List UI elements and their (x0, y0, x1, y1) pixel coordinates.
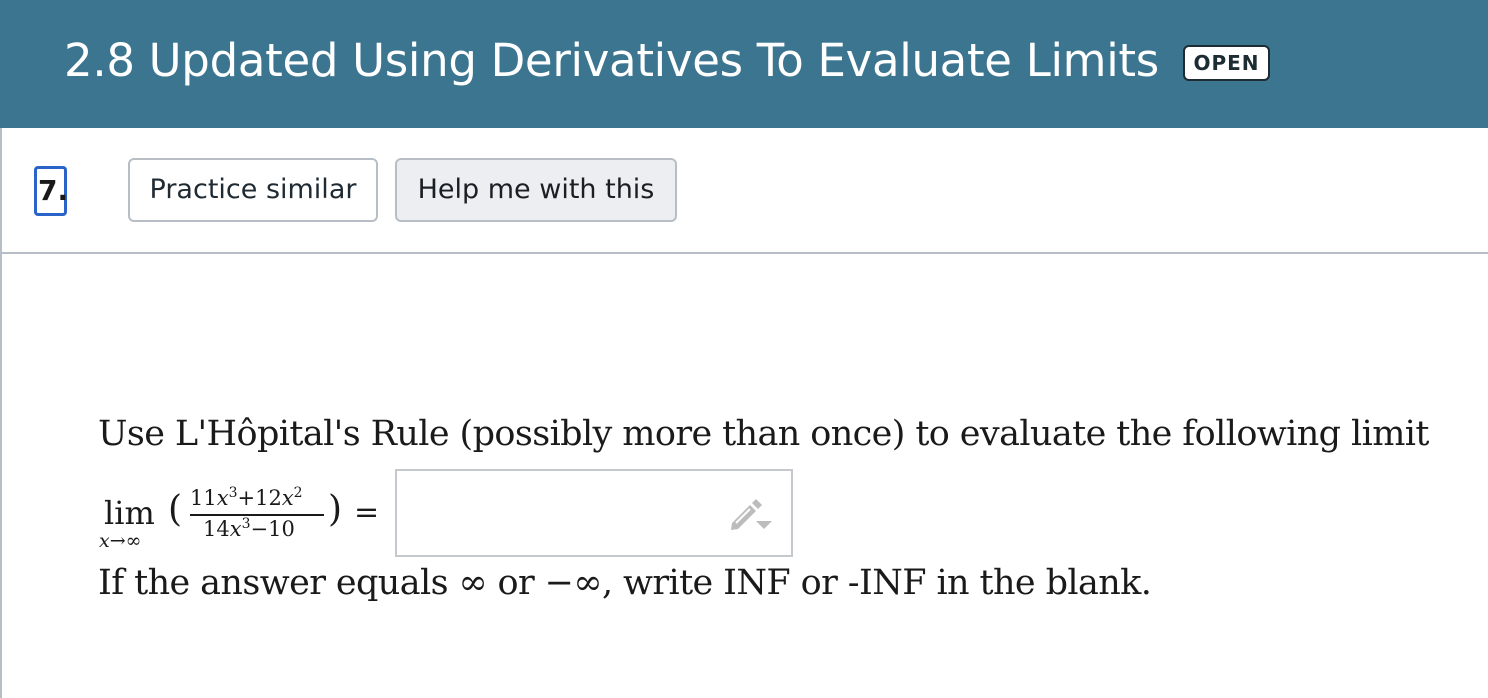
practice-similar-button[interactable]: Practice similar (128, 158, 378, 222)
open-paren: ( (168, 489, 183, 530)
limit-subscript: x→∞ (99, 530, 142, 552)
question-prompt: Use L'Hôpital's Rule (possibly more than… (98, 414, 1429, 454)
status-badge: OPEN (1183, 45, 1270, 81)
question-number[interactable]: 7. (34, 166, 68, 216)
help-me-button[interactable]: Help me with this (395, 158, 677, 222)
assignment-header: 2.8 Updated Using Derivatives To Evaluat… (0, 0, 1488, 128)
fraction-numerator: 11x3+12x2 (190, 485, 303, 510)
fraction-denominator: 14x3−10 (203, 516, 295, 541)
equals-sign: = (354, 495, 380, 530)
pencil-icon[interactable] (728, 495, 776, 533)
close-paren: ) (328, 489, 343, 530)
assignment-title: 2.8 Updated Using Derivatives To Evaluat… (64, 34, 1159, 87)
limit-operator: lim (104, 494, 155, 532)
answer-note: If the answer equals ∞ or −∞, write INF … (98, 563, 1152, 603)
